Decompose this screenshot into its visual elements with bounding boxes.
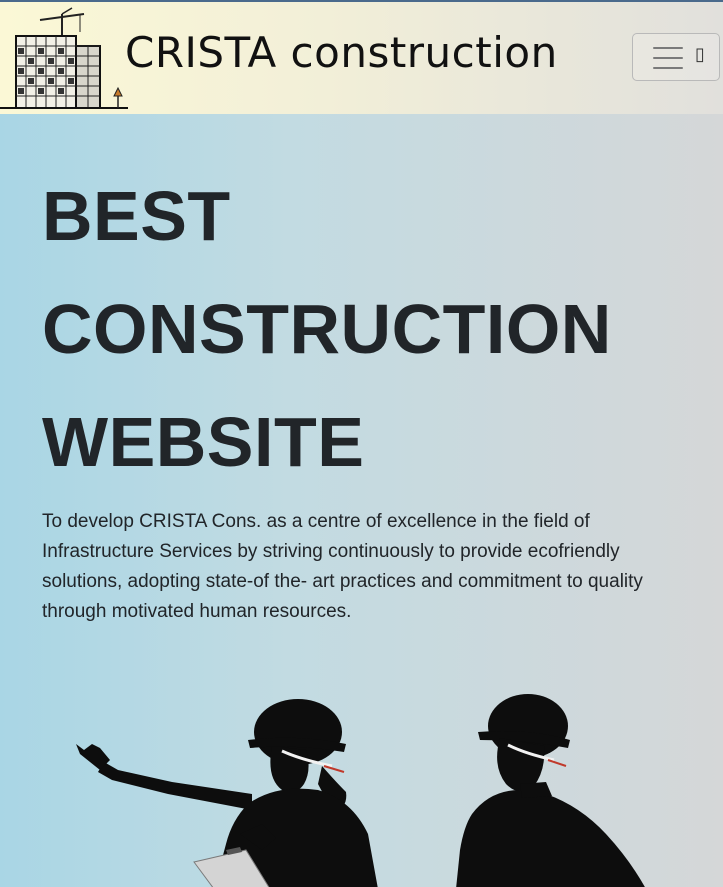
brand-name[interactable]: CRISTA construction <box>125 28 558 78</box>
headline-line: BEST <box>42 177 231 255</box>
hero-section: BEST CONSTRUCTION WEBSITE To develop CRI… <box>0 114 723 887</box>
navbar: CRISTA construction ▯ <box>0 2 723 114</box>
toggler-glyph: ▯ <box>695 44 705 65</box>
headline-line: WEBSITE <box>42 403 365 481</box>
navbar-toggler-button[interactable]: ▯ <box>632 33 720 81</box>
hero-headline: BEST CONSTRUCTION WEBSITE <box>42 160 612 499</box>
building-crane-icon[interactable] <box>0 6 128 110</box>
headline-line: CONSTRUCTION <box>42 290 612 368</box>
mission-statement: To develop CRISTA Cons. as a centre of e… <box>42 511 643 622</box>
construction-workers-silhouette-icon <box>76 694 645 887</box>
